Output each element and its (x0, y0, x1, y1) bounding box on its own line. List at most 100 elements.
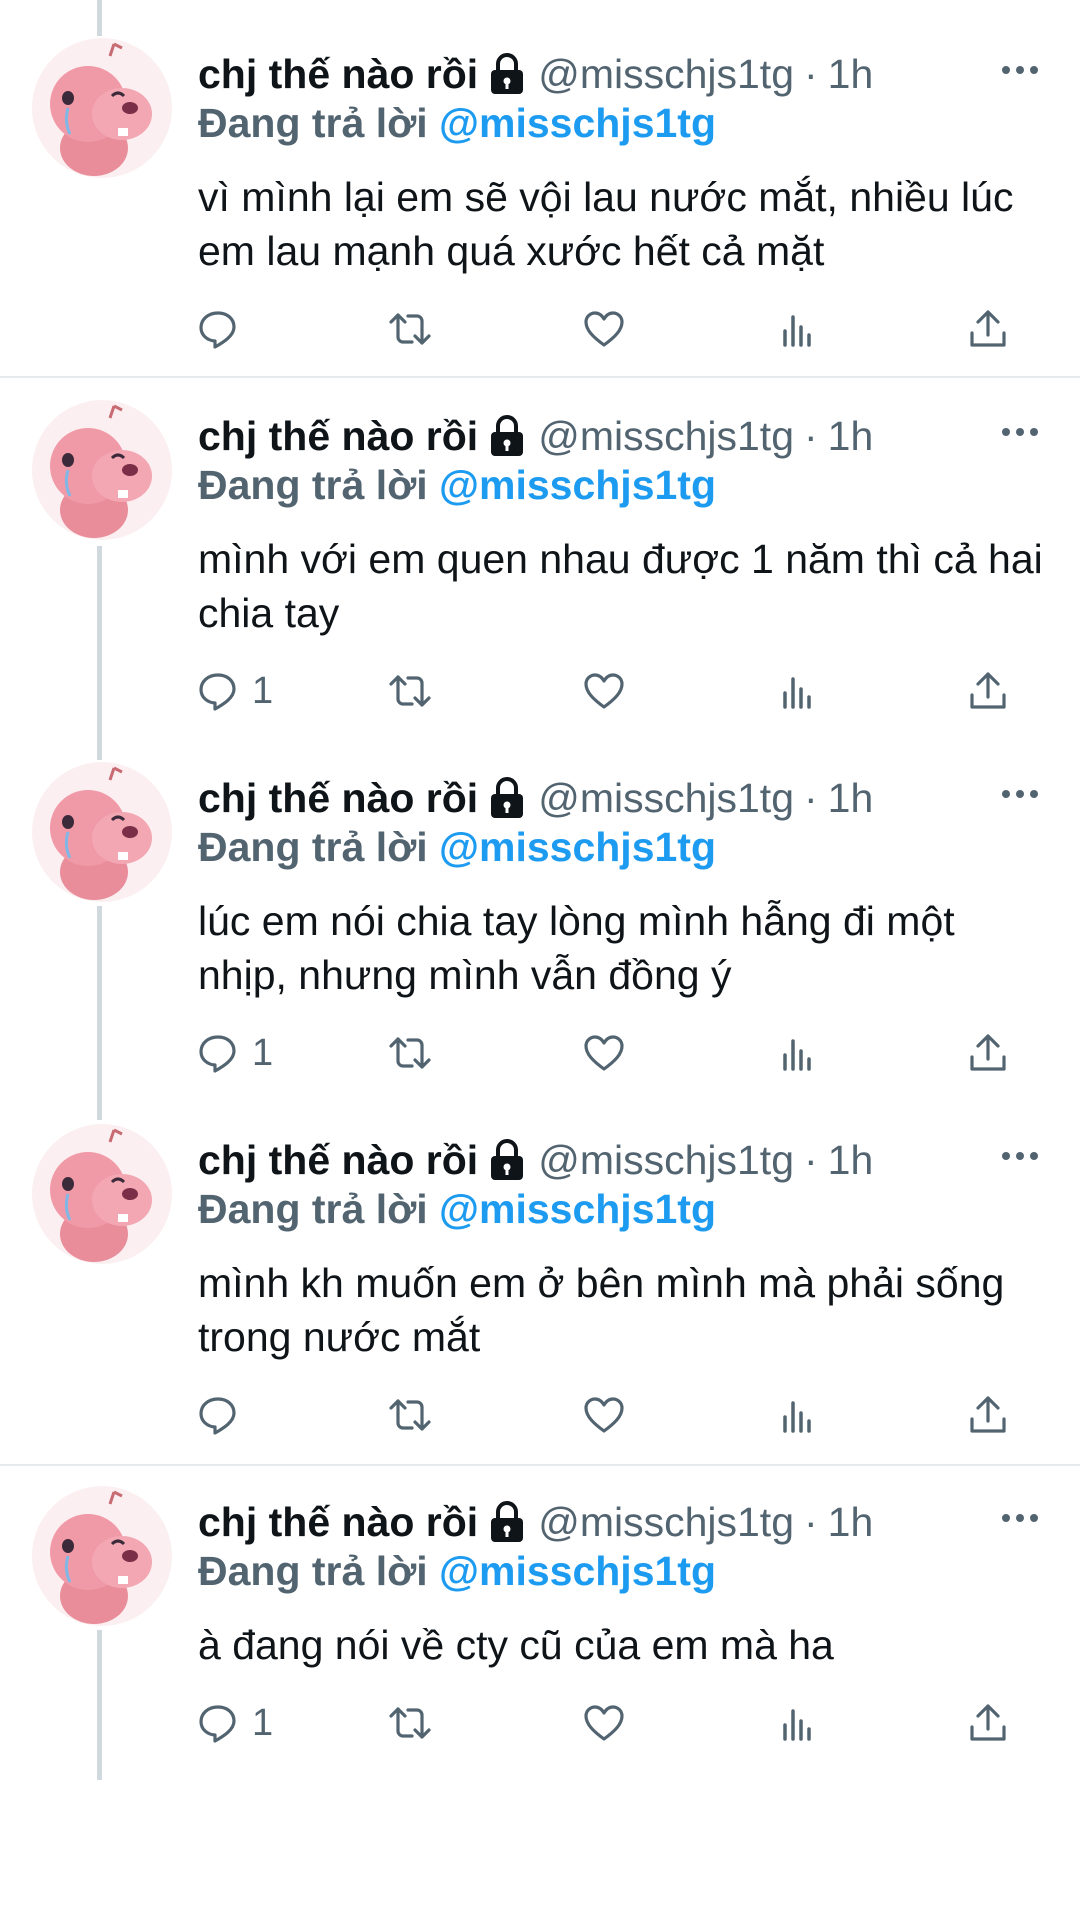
replying-to: Đang trả lời @misschjs1tg (198, 824, 716, 871)
like-button[interactable] (582, 1698, 626, 1748)
analytics-icon (783, 1039, 811, 1071)
action-bar (0, 1390, 1080, 1440)
views-button[interactable] (776, 1698, 820, 1748)
avatar[interactable] (32, 400, 172, 540)
display-name[interactable]: chj thế nào rồi (198, 51, 478, 98)
reply-count: 1 (252, 669, 274, 712)
reply-button[interactable] (196, 1390, 252, 1440)
share-button[interactable] (966, 1698, 1010, 1748)
user-handle[interactable]: @misschjs1tg (538, 51, 794, 98)
reply-icon (199, 1035, 236, 1073)
share-button[interactable] (966, 666, 1010, 716)
timestamp[interactable]: 1h (828, 1499, 874, 1546)
like-button[interactable] (582, 1390, 626, 1440)
user-handle[interactable]: @misschjs1tg (538, 1137, 794, 1184)
replying-to-handle[interactable]: @misschjs1tg (439, 824, 716, 870)
display-name[interactable]: chj thế nào rồi (198, 1137, 478, 1184)
user-handle[interactable]: @misschjs1tg (538, 1499, 794, 1546)
replying-to-label: Đang trả lời (198, 824, 428, 870)
tweet[interactable]: chj thế nào rồi @misschjs1tg · 1h Đang t… (0, 1448, 1080, 1810)
timestamp[interactable]: 1h (828, 1137, 874, 1184)
avatar-loopy-image (50, 42, 152, 176)
separator-dot: · (804, 412, 818, 459)
display-name[interactable]: chj thế nào rồi (198, 1499, 478, 1546)
replying-to: Đang trả lời @misschjs1tg (198, 1186, 716, 1233)
share-icon (970, 1396, 1006, 1433)
reply-icon (199, 673, 236, 711)
action-bar: 1 (0, 1028, 1080, 1078)
share-button[interactable] (966, 1028, 1010, 1078)
replying-to: Đang trả lời @misschjs1tg (198, 100, 716, 147)
tweet-header: chj thế nào rồi @misschjs1tg · 1h (198, 406, 873, 466)
like-button[interactable] (582, 304, 626, 354)
retweet-icon (389, 1037, 431, 1069)
reply-button[interactable] (196, 304, 252, 354)
views-button[interactable] (776, 1390, 820, 1440)
avatar[interactable] (32, 762, 172, 902)
views-button[interactable] (776, 666, 820, 716)
reply-icon (199, 1397, 236, 1435)
reply-icon (199, 311, 236, 349)
display-name[interactable]: chj thế nào rồi (198, 413, 478, 460)
tweet-text: vì mình lại em sẽ vội lau nước mắt, nhiề… (198, 174, 1014, 274)
reply-icon (199, 1705, 236, 1743)
reply-button[interactable]: 1 (196, 1028, 273, 1078)
more-icon[interactable] (1000, 784, 1040, 804)
tweet[interactable]: chj thế nào rồi @misschjs1tg · 1h Đang t… (0, 0, 1080, 362)
user-handle[interactable]: @misschjs1tg (538, 413, 794, 460)
share-button[interactable] (966, 304, 1010, 354)
share-button[interactable] (966, 1390, 1010, 1440)
replying-to-handle[interactable]: @misschjs1tg (439, 100, 716, 146)
tweet-text: mình kh muốn em ở bên mình mà phải sống … (198, 1260, 1005, 1360)
tweet[interactable]: chj thế nào rồi @misschjs1tg · 1h Đang t… (0, 724, 1080, 1086)
views-button[interactable] (776, 1028, 820, 1078)
replying-to-handle[interactable]: @misschjs1tg (439, 1548, 716, 1594)
analytics-icon (783, 677, 811, 709)
avatar[interactable] (32, 1486, 172, 1626)
tweet-header: chj thế nào rồi @misschjs1tg · 1h (198, 768, 873, 828)
tweet[interactable]: chj thế nào rồi @misschjs1tg · 1h Đang t… (0, 362, 1080, 724)
analytics-icon (783, 1401, 811, 1433)
replying-to-label: Đang trả lời (198, 1186, 428, 1232)
retweet-button[interactable] (388, 1390, 432, 1440)
retweet-button[interactable] (388, 1698, 432, 1748)
lock-icon (491, 777, 524, 818)
timestamp[interactable]: 1h (828, 51, 874, 98)
avatar-loopy-image (50, 404, 152, 538)
more-icon[interactable] (1000, 422, 1040, 442)
replying-to: Đang trả lời @misschjs1tg (198, 462, 716, 509)
action-bar: 1 (0, 1698, 1080, 1748)
more-icon[interactable] (1000, 60, 1040, 80)
user-handle[interactable]: @misschjs1tg (538, 775, 794, 822)
reply-count: 1 (252, 1701, 274, 1744)
tweet-feed: chj thế nào rồi @misschjs1tg · 1h Đang t… (0, 0, 1080, 1914)
separator-dot: · (804, 1498, 818, 1545)
replying-to: Đang trả lời @misschjs1tg (198, 1548, 716, 1595)
more-icon[interactable] (1000, 1508, 1040, 1528)
replying-to-handle[interactable]: @misschjs1tg (439, 462, 716, 508)
retweet-button[interactable] (388, 304, 432, 354)
timestamp[interactable]: 1h (828, 775, 874, 822)
heart-icon (584, 311, 624, 347)
timestamp[interactable]: 1h (828, 413, 874, 460)
like-button[interactable] (582, 1028, 626, 1078)
retweet-button[interactable] (388, 666, 432, 716)
views-button[interactable] (776, 304, 820, 354)
analytics-icon (783, 1709, 811, 1741)
heart-icon (584, 1705, 624, 1741)
tweet[interactable]: chj thế nào rồi @misschjs1tg · 1h Đang t… (0, 1086, 1080, 1448)
reply-button[interactable]: 1 (196, 666, 273, 716)
retweet-icon (389, 675, 431, 707)
retweet-button[interactable] (388, 1028, 432, 1078)
avatar[interactable] (32, 38, 172, 178)
more-icon[interactable] (1000, 1146, 1040, 1166)
retweet-icon (389, 1399, 431, 1431)
display-name[interactable]: chj thế nào rồi (198, 775, 478, 822)
reply-button[interactable]: 1 (196, 1698, 273, 1748)
replying-to-handle[interactable]: @misschjs1tg (439, 1186, 716, 1232)
avatar-loopy-image (50, 766, 152, 900)
avatar[interactable] (32, 1124, 172, 1264)
like-button[interactable] (582, 666, 626, 716)
tweet-text: mình với em quen nhau được 1 năm thì cả … (198, 536, 1043, 636)
action-bar (0, 304, 1080, 354)
